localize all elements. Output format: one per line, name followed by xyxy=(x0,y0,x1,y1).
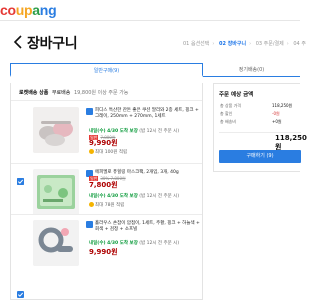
step-2: 02 장바구니 xyxy=(218,41,247,47)
product-image-slippers[interactable] xyxy=(33,107,79,153)
divider xyxy=(11,163,202,164)
check-icon xyxy=(17,179,24,184)
product-name[interactable]: 홀라우스 손잡이 압접이, 1세트, 주황, 핑크 + 하늘색 + 회색 + 검… xyxy=(95,221,200,233)
product-image-maskpack[interactable] xyxy=(33,169,79,215)
summary-row-discount: 총 할인 -0원 xyxy=(220,111,280,116)
item-price: 7,800원 xyxy=(89,181,118,189)
product-name[interactable]: 피디스 특산한 잔돈 좋은 쿠션 말리와 2종 세트, 핑크 + 그레이, 25… xyxy=(95,108,200,120)
order-button[interactable]: 구매하기 (9) xyxy=(219,150,301,163)
cart-tabs: 일반구매(9) 정기배송(0) xyxy=(10,63,300,77)
summary-title: 주문 예상 금액 xyxy=(219,92,254,98)
reward-info: 최대 78원 적립 xyxy=(89,202,124,208)
delivery-info: 내일(수) 4/30 도착 보장 (밤 12시 전 주문 시) xyxy=(89,241,180,246)
delivery-info: 내일(수) 4/30 도착 보장 (밤 12시 전 주문 시) xyxy=(89,194,180,199)
reward-info: 최대 100원 적립 xyxy=(89,149,127,155)
tab-subscription[interactable]: 정기배송(0) xyxy=(203,63,300,77)
rocket-delivery-header: 로켓배송 상품 무료배송 19,800원 이상 주문 가능 xyxy=(19,90,129,96)
step-3: 03 주문/결제 xyxy=(255,41,284,47)
check-icon xyxy=(17,292,24,297)
divider xyxy=(11,214,202,215)
coin-icon xyxy=(89,202,94,207)
item-price: 9,990원 xyxy=(89,248,118,256)
summary-row-shipping: 총 배송비 +0원 xyxy=(220,119,282,124)
item-outer-checkbox[interactable] xyxy=(17,178,24,185)
top-bar: coupang xyxy=(0,0,300,21)
delivery-info: 내일(수) 4/30 도착 보장 (밤 12시 전 주문 시) xyxy=(89,129,180,134)
cart-item-list: 로켓배송 상품 무료배송 19,800원 이상 주문 가능 피디스 특산한 잔돈… xyxy=(10,83,203,300)
summary-row-total-price: 총 상품 가격 118,250원 xyxy=(220,103,293,108)
order-summary: 주문 예상 금액 총 상품 가격 118,250원 총 할인 -0원 총 배송비… xyxy=(213,83,307,172)
coupang-logo[interactable]: coupang xyxy=(0,2,57,18)
item-select-checkbox[interactable] xyxy=(86,221,93,235)
step-4: 04 주 xyxy=(293,41,306,47)
order-steps: 01 옵션선택 › 02 장바구니 › 03 주문/결제 › 04 주 xyxy=(183,41,306,47)
product-image-handle[interactable] xyxy=(33,220,79,266)
coin-icon xyxy=(89,149,94,154)
tab-general[interactable]: 일반구매(9) xyxy=(10,63,203,77)
step-1: 01 옵션선택 xyxy=(183,41,210,47)
page-title: 장바구니 xyxy=(27,36,78,52)
divider xyxy=(219,132,301,133)
item-outer-checkbox[interactable] xyxy=(17,291,24,298)
check-icon xyxy=(86,117,93,122)
item-select-checkbox[interactable] xyxy=(86,108,93,122)
check-icon xyxy=(86,230,93,235)
item-price: 9,990원 xyxy=(89,139,118,147)
divider xyxy=(11,100,202,101)
chevron-left-icon[interactable] xyxy=(13,35,23,49)
